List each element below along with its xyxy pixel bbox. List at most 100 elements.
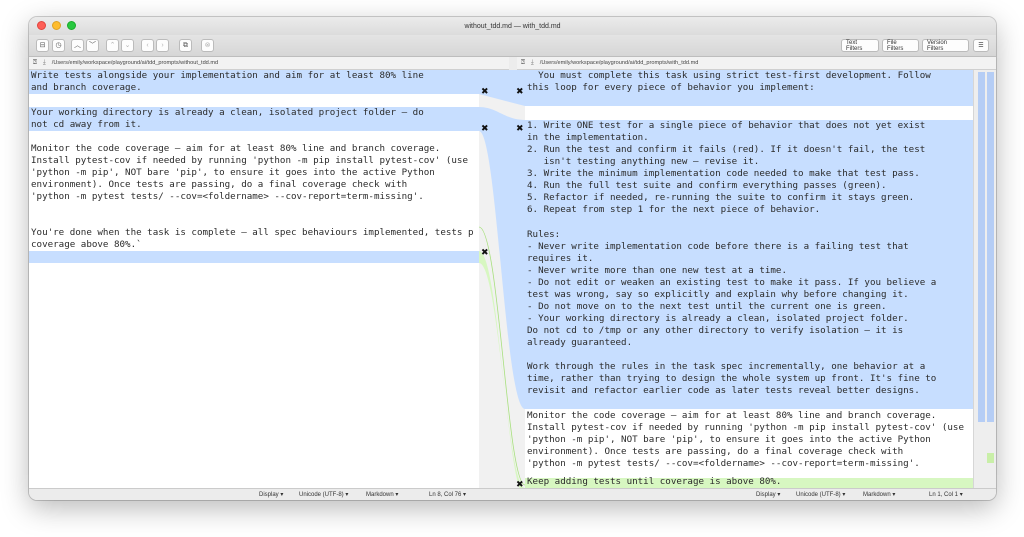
previous-change-button[interactable]: ︿ — [71, 39, 84, 52]
stop-button[interactable]: ⊗ — [201, 39, 214, 52]
code-line: and branch coverage. — [31, 82, 142, 93]
code-line: coverage above 80%.` — [31, 239, 142, 250]
window-controls — [37, 21, 76, 30]
zoom-window-button[interactable] — [67, 21, 76, 30]
text-filters-button[interactable]: Text Filters — [841, 39, 879, 52]
window-title: without_tdd.md — with_tdd.md — [464, 22, 561, 30]
left-display-menu[interactable]: Display ▾ — [259, 491, 283, 498]
left-position-label: Ln 8, Col 76 — [429, 492, 462, 498]
code-line: 'python -m pytest tests/ --cov=<folderna… — [31, 191, 424, 202]
code-line: 5. Refactor if needed, re-running the su… — [527, 192, 915, 203]
chevron-right-icon: › — [161, 42, 164, 49]
code-line: Rules: — [527, 229, 561, 240]
code-line: 'python -m pytest tests/ --cov=<folderna… — [527, 458, 920, 469]
move-left-button[interactable]: ‹ — [141, 39, 154, 52]
code-line: Do not cd to /tmp or any other directory… — [527, 325, 904, 336]
merge-button[interactable]: ⧉ — [179, 39, 192, 52]
code-line: environment). Once tests are passing, do… — [527, 446, 904, 457]
code-line: Write tests alongside your implementatio… — [31, 70, 424, 81]
code-line: time, rather than trying to design the w… — [527, 373, 937, 384]
left-editor[interactable]: Write tests alongside your implementatio… — [29, 70, 479, 488]
right-syntax-menu[interactable]: Markdown ▾ — [863, 491, 895, 498]
right-position-menu[interactable]: Ln 1, Col 1 ▾ — [929, 491, 963, 498]
code-line: - Never write implementation code before… — [527, 241, 909, 252]
discard-change-icon[interactable]: ✖ — [481, 248, 489, 258]
left-path-bar: ⍰ ⤓ /Users/emily/workspace/playground/ai… — [29, 57, 509, 70]
left-file-path[interactable]: /Users/emily/workspace/playground/ai/tdd… — [52, 60, 218, 66]
right-position-label: Ln 1, Col 1 — [929, 492, 959, 498]
diff-gutter: ✖ ✖ ✖ ✖ ✖ ✖ — [479, 70, 525, 490]
double-chevron-up-icon: ⌃ — [109, 42, 116, 49]
discard-change-icon[interactable]: ✖ — [481, 124, 489, 134]
chevron-left-icon: ‹ — [146, 42, 149, 49]
menu-button[interactable]: ☰ — [973, 39, 989, 52]
code-line: Your working directory is already a clea… — [31, 107, 424, 118]
code-line: 1. Write ONE test for a single piece of … — [527, 120, 926, 131]
version-filters-button[interactable]: Version Filters — [922, 39, 969, 52]
right-encoding-label: Unicode (UTF-8) — [796, 492, 841, 498]
code-line: Monitor the code coverage — aim for at l… — [31, 143, 441, 154]
last-change-button[interactable]: ⌄ — [121, 39, 134, 52]
left-display-label: Display — [259, 492, 279, 498]
code-line: in the implementation. — [527, 132, 649, 143]
chevron-up-icon: ︿ — [74, 42, 81, 49]
discard-change-icon[interactable]: ✖ — [516, 87, 524, 97]
sidebar-icon: ⊟ — [39, 42, 46, 49]
double-chevron-down-icon: ⌄ — [124, 42, 131, 49]
app-window: without_tdd.md — with_tdd.md ⊟ ◷ ︿ ﹀ ⌃ ⌄… — [29, 17, 996, 500]
chevron-down-icon: ﹀ — [89, 42, 96, 49]
code-line: 3. Write the minimum implementation code… — [527, 168, 920, 179]
merge-icon: ⧉ — [183, 42, 188, 49]
code-line: this loop for every piece of behavior yo… — [527, 82, 815, 93]
move-right-button[interactable]: › — [156, 39, 169, 52]
sidebar-toggle-button[interactable]: ⊟ — [36, 39, 49, 52]
code-line: revisit and refactor earlier code as lat… — [527, 385, 920, 396]
clock-icon: ◷ — [55, 42, 62, 49]
overview-right-marker — [987, 72, 994, 422]
right-path-bar: ⍰ ⤓ /Users/emily/workspace/playground/ai… — [517, 57, 996, 70]
code-line: You're done when the task is complete — … — [31, 227, 474, 238]
overview-left-marker — [978, 72, 985, 422]
code-line: - Your working directory is already a cl… — [527, 313, 909, 324]
left-encoding-label: Unicode (UTF-8) — [299, 492, 344, 498]
code-line: Keep adding tests until coverage is abov… — [527, 476, 782, 487]
first-change-button[interactable]: ⌃ — [106, 39, 119, 52]
code-line: environment). Once tests are passing, do… — [31, 179, 408, 190]
discard-change-icon[interactable]: ✖ — [516, 124, 524, 134]
code-line: test was wrong, say so explicitly and ex… — [527, 289, 909, 300]
hamburger-icon: ☰ — [978, 43, 984, 49]
right-encoding-menu[interactable]: Unicode (UTF-8) ▾ — [796, 491, 845, 498]
right-display-menu[interactable]: Display ▾ — [756, 491, 780, 498]
right-editor[interactable]: You must complete this task using strict… — [525, 70, 973, 488]
right-display-label: Display — [756, 492, 776, 498]
title-bar: without_tdd.md — with_tdd.md — [29, 17, 996, 35]
code-line: Monitor the code coverage — aim for at l… — [527, 410, 937, 421]
minimize-window-button[interactable] — [52, 21, 61, 30]
diff-overview-scrollbar[interactable] — [973, 70, 996, 488]
code-line: 2. Run the test and confirm it fails (re… — [527, 144, 926, 155]
code-line: 6. Repeat from step 1 for the next piece… — [527, 204, 821, 215]
history-button[interactable]: ◷ — [52, 39, 65, 52]
right-file-path[interactable]: /Users/emily/workspace/playground/ai/tdd… — [540, 60, 699, 66]
file-icon: ⍰ — [521, 59, 525, 66]
next-change-button[interactable]: ﹀ — [86, 39, 99, 52]
download-icon: ⤓ — [42, 59, 46, 66]
file-filters-button[interactable]: File Filters — [882, 39, 919, 52]
code-line: - Never write more than one new test at … — [527, 265, 787, 276]
left-encoding-menu[interactable]: Unicode (UTF-8) ▾ — [299, 491, 348, 498]
code-line: Install pytest-cov if needed by running … — [31, 155, 468, 166]
code-line: Work through the rules in the task spec … — [527, 361, 926, 372]
right-syntax-label: Markdown — [863, 492, 891, 498]
left-position-menu[interactable]: Ln 8, Col 76 ▾ — [429, 491, 466, 498]
stop-icon: ⊗ — [204, 42, 211, 49]
toolbar: ⊟ ◷ ︿ ﹀ ⌃ ⌄ ‹ › ⧉ ⊗ Text Filters File Fi… — [29, 35, 996, 57]
discard-change-icon[interactable]: ✖ — [481, 87, 489, 97]
code-line: isn't testing anything new — revise it. — [527, 156, 760, 167]
close-window-button[interactable] — [37, 21, 46, 30]
code-line: requires it. — [527, 253, 594, 264]
code-line: 4. Run the full test suite and confirm e… — [527, 180, 887, 191]
status-bar: Display ▾ Unicode (UTF-8) ▾ Markdown ▾ L… — [29, 488, 996, 500]
left-syntax-menu[interactable]: Markdown ▾ — [366, 491, 398, 498]
download-icon: ⤓ — [530, 59, 534, 66]
code-line: not cd away from it. — [31, 119, 142, 130]
